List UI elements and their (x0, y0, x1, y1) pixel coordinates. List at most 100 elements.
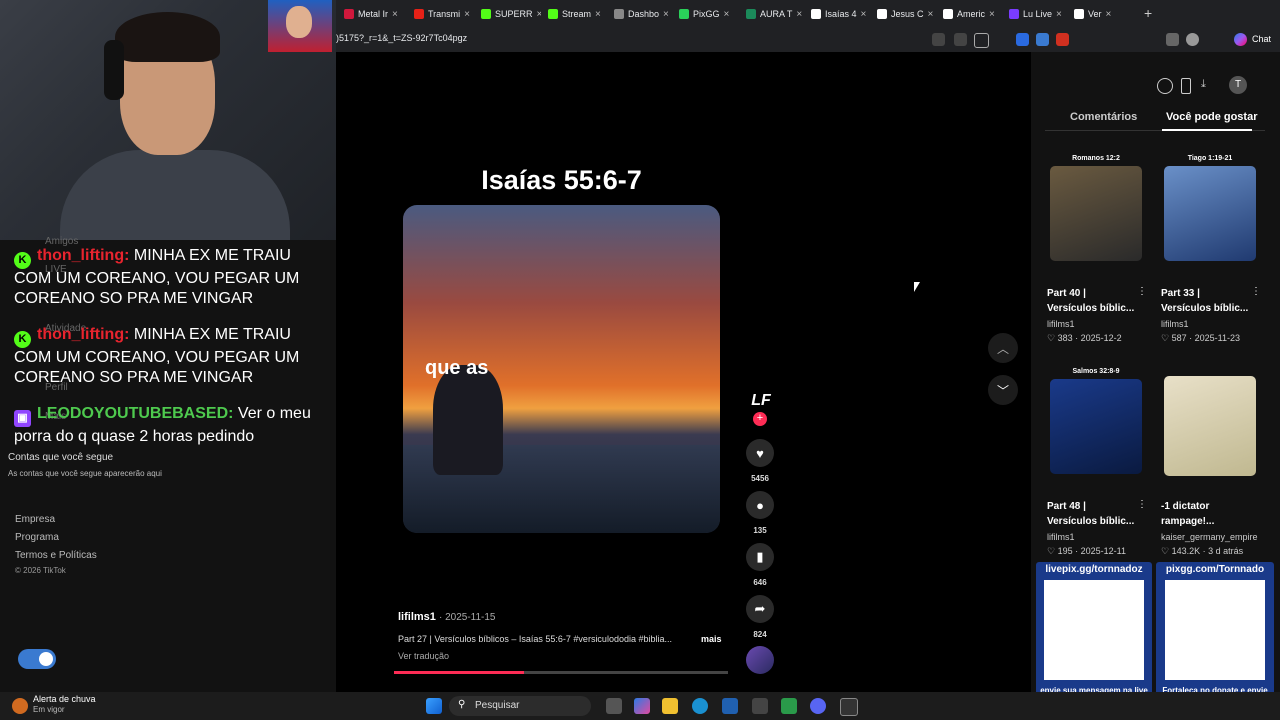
shield-icon[interactable] (1016, 33, 1029, 46)
compass-icon[interactable] (1157, 78, 1173, 94)
more-options-icon[interactable]: ⋮ (1137, 286, 1147, 297)
windows-start-icon[interactable] (426, 698, 442, 714)
thumbnail[interactable] (1050, 166, 1142, 261)
weather-title[interactable]: Alerta de chuva (33, 694, 96, 704)
card-title-line: Part 48 | (1047, 501, 1086, 512)
store-icon[interactable] (722, 698, 738, 714)
user-avatar[interactable]: T (1229, 76, 1247, 94)
task-view-icon[interactable] (606, 698, 622, 714)
card-author[interactable]: kaiser_germany_empire (1161, 532, 1258, 542)
author-name[interactable]: lifilms1 (398, 611, 436, 623)
like-button[interactable]: ♥ (746, 439, 774, 467)
download-icon[interactable]: ⤓ (1201, 78, 1206, 91)
phone-icon[interactable] (1181, 78, 1191, 94)
url-text[interactable]: )5175?_r=1&_t=ZS-92r7Tc04pgz (336, 33, 467, 43)
browser-tab[interactable]: Transmi × (414, 4, 474, 24)
thumbnail[interactable] (1164, 376, 1256, 476)
browser-tab[interactable]: Jesus C × (877, 4, 937, 24)
browser-tab[interactable]: Americ × (943, 4, 1003, 24)
browser-tab[interactable]: Metal Ir × (344, 4, 404, 24)
copilot-icon[interactable] (634, 698, 650, 714)
tab-favicon-icon (548, 9, 558, 19)
profile-icon[interactable] (1186, 33, 1199, 46)
tab-close-icon[interactable]: × (595, 9, 601, 20)
chat-message: Kthon_lifting: MINHA EX ME TRAIU COM UM … (14, 246, 319, 309)
footer-link-empresa[interactable]: Empresa (15, 514, 55, 525)
video-player[interactable]: que as (403, 205, 720, 533)
next-video-button[interactable]: ﹀ (988, 375, 1018, 405)
browser-tab[interactable]: Ver × (1074, 4, 1134, 24)
card-title: Part 48 | Versículos bíblic... (1047, 499, 1142, 529)
tab-close-icon[interactable]: × (724, 9, 730, 20)
card-title-line: Part 40 | (1047, 288, 1086, 299)
more-link[interactable]: mais (701, 634, 722, 644)
extension-icon[interactable] (1036, 33, 1049, 46)
taskbar-search[interactable]: ⚲ Pesquisar (449, 696, 591, 716)
comment-button[interactable]: ● (746, 491, 774, 519)
browser-tab[interactable]: Dashbo × (614, 4, 674, 24)
copilot-icon[interactable] (1234, 33, 1247, 46)
chat-label[interactable]: Chat (1252, 34, 1271, 44)
follow-plus-icon[interactable]: + (753, 412, 767, 426)
new-tab-button[interactable]: + (1144, 5, 1152, 21)
browser-tab[interactable]: Lu Live × (1009, 4, 1069, 24)
tab-close-icon[interactable]: × (537, 9, 541, 20)
tab-suggested[interactable]: Você pode gostar (1166, 111, 1257, 123)
card-author[interactable]: lifilms1 (1047, 532, 1075, 542)
browser-tab[interactable]: SUPERR × (481, 4, 541, 24)
more-options-icon[interactable]: ⋮ (1251, 286, 1261, 297)
tab-favicon-icon (679, 9, 689, 19)
tab-favicon-icon (1074, 9, 1084, 19)
footer-link-programa[interactable]: Programa (15, 532, 59, 543)
translate-link[interactable]: Ver tradução (398, 651, 449, 661)
author-avatar[interactable]: LF (748, 392, 774, 410)
app-icon[interactable] (752, 698, 768, 714)
card-title-line: Versículos bíblic... (1161, 303, 1249, 314)
card-title-line: Versículos bíblic... (1047, 303, 1135, 314)
download-icon[interactable] (1166, 33, 1179, 46)
share-button[interactable]: ➦ (746, 595, 774, 623)
tab-favicon-icon (414, 9, 424, 19)
thumbnail[interactable] (1164, 166, 1256, 261)
progress-track[interactable] (394, 671, 728, 674)
tab-close-icon[interactable]: × (928, 9, 934, 20)
translate-icon[interactable] (954, 33, 967, 46)
tab-label: Jesus C (891, 9, 924, 19)
previous-video-button[interactable]: ︿ (988, 333, 1018, 363)
weather-icon[interactable] (12, 698, 28, 714)
music-disc-icon[interactable] (746, 646, 774, 674)
card-author[interactable]: lifilms1 (1161, 319, 1189, 329)
app-switch-button[interactable] (18, 649, 56, 669)
app-icon[interactable] (781, 698, 797, 714)
tab-label: Stream (562, 9, 592, 19)
thumbnail[interactable] (1050, 379, 1142, 474)
address-bar[interactable]: )5175?_r=1&_t=ZS-92r7Tc04pgz Chat (336, 28, 1280, 52)
tab-favicon-icon (614, 9, 624, 19)
app-icon[interactable] (840, 698, 858, 716)
tab-close-icon[interactable]: × (861, 9, 867, 20)
thumb-title: Tiago 1:19-21 (1187, 155, 1233, 162)
edge-icon[interactable] (692, 698, 708, 714)
footer-link-termos[interactable]: Termos e Políticas (15, 550, 97, 561)
file-explorer-icon[interactable] (662, 698, 678, 714)
browser-tab[interactable]: PixGG × (679, 4, 739, 24)
browser-tab[interactable]: Stream × (548, 4, 608, 24)
browser-tab[interactable]: AURA T × (746, 4, 806, 24)
extension-icon[interactable] (932, 33, 945, 46)
extension-icon[interactable] (1056, 33, 1069, 46)
tab-close-icon[interactable]: × (663, 9, 669, 20)
card-title: Part 40 | Versículos bíblic... (1047, 286, 1142, 316)
tab-close-icon[interactable]: × (989, 9, 995, 20)
tab-close-icon[interactable]: × (1056, 9, 1062, 20)
card-author[interactable]: lifilms1 (1047, 319, 1075, 329)
discord-icon[interactable] (810, 698, 826, 714)
tab-comments[interactable]: Comentários (1070, 111, 1137, 123)
save-button[interactable]: ▮ (746, 543, 774, 571)
tab-close-icon[interactable]: × (1106, 9, 1112, 20)
tab-close-icon[interactable]: × (796, 9, 802, 20)
tab-close-icon[interactable]: × (464, 9, 470, 20)
browser-tab[interactable]: Isaías 4 × (811, 4, 871, 24)
more-options-icon[interactable]: ⋮ (1137, 499, 1147, 510)
tab-close-icon[interactable]: × (392, 9, 398, 20)
star-icon[interactable] (974, 33, 989, 48)
